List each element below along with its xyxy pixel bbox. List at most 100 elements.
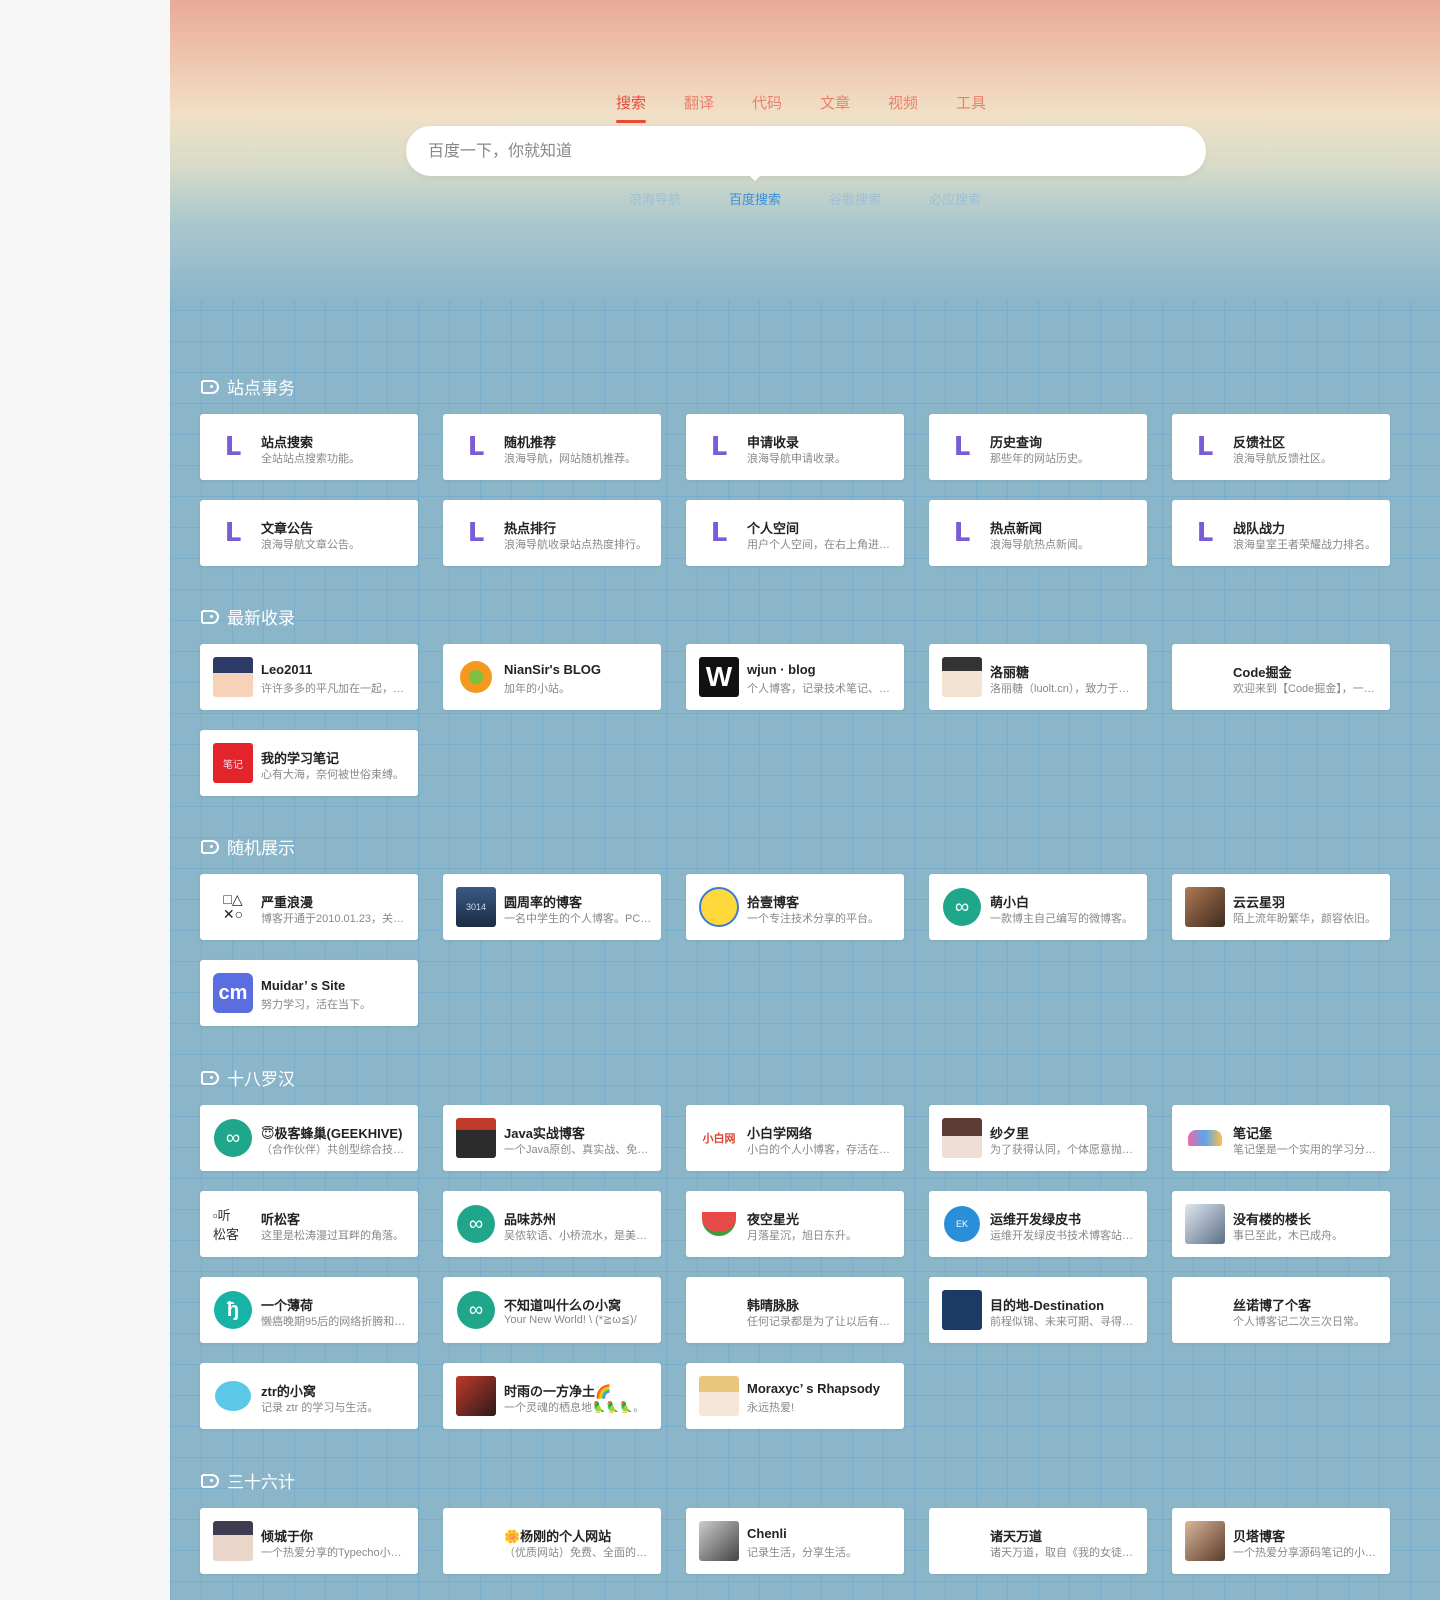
site-card[interactable]: 🌼杨刚的个人网站 （优质网站）免费、全面的学习。: [443, 1508, 661, 1574]
site-card[interactable]: 小白网小白学网络小白的个人小博客，存活在网络。: [686, 1105, 904, 1171]
site-desc: 浪海导航申请收录。: [747, 453, 846, 465]
site-card[interactable]: 纱夕里 为了获得认同，个体愿意抛弃。: [929, 1105, 1147, 1171]
site-desc: 一个热爱分享源码笔记的小站。: [1233, 1547, 1381, 1559]
anime-girl-icon: [942, 1118, 982, 1158]
search-tab-2[interactable]: 代码: [732, 92, 802, 113]
site-card[interactable]: □△✕○ 严重浪漫博客开通于2010.01.23，关注技术。: [200, 874, 418, 940]
site-card[interactable]: L 战队战力 浪海皇室王者荣耀战力排名。: [1172, 500, 1390, 566]
site-desc: 浪海导航收录站点热度排行。: [504, 539, 647, 551]
section-title-text: 站点事务: [227, 379, 295, 398]
site-name: 品味苏州: [504, 1212, 557, 1227]
site-card[interactable]: EK 运维开发绿皮书 运维开发绿皮书技术博客站点。: [929, 1191, 1147, 1257]
site-card[interactable]: L 站点搜索 全站站点搜索功能。: [200, 414, 418, 480]
site-card[interactable]: Moraxyc’ s Rhapsody 永远热爱!: [686, 1363, 904, 1429]
search-tab-4[interactable]: 视频: [868, 92, 938, 113]
link-icon-icon: ∞: [456, 1204, 496, 1244]
site-desc: 一个灵魂的栖息地🦜🦜🦜。: [504, 1402, 645, 1414]
blank-icon: [1185, 1290, 1225, 1330]
site-card[interactable]: L 历史查询 那些年的网站历史。: [929, 414, 1147, 480]
red-seal-icon: 笔记: [213, 743, 253, 783]
site-card[interactable]: L 反馈社区 浪海导航反馈社区。: [1172, 414, 1390, 480]
search-tab-5[interactable]: 工具: [936, 92, 1006, 113]
site-name: 小白学网络: [747, 1126, 813, 1141]
site-desc: 洛丽糖（luolt.cn），致力于分享。: [990, 683, 1138, 695]
site-card[interactable]: 没有楼的楼长 事已至此，木已成舟。: [1172, 1191, 1390, 1257]
site-card[interactable]: 笔记 我的学习笔记 心有大海，奈何被世俗束缚。: [200, 730, 418, 796]
site-card[interactable]: Wwjun · blog 个人博客，记录技术笔记、生活点滴。: [686, 644, 904, 710]
mint-logo-icon: ђ: [213, 1290, 253, 1330]
site-desc: 任何记录都是为了让以后有回忆。: [747, 1316, 895, 1328]
site-name: 个人空间: [747, 521, 800, 536]
site-card[interactable]: 诸天万道 诸天万道，取自《我的女徒弟》。: [929, 1508, 1147, 1574]
site-name: Code掘金: [1233, 665, 1292, 680]
site-card[interactable]: ∞ 不知道叫什么の小窝 Your New World! \ (*≧ω≦)/: [443, 1277, 661, 1343]
site-card[interactable]: L 热点新闻 浪海导航热点新闻。: [929, 500, 1147, 566]
ps-symbols-icon: □△ ✕○: [222, 891, 244, 922]
site-name: 我的学习笔记: [261, 751, 340, 766]
search-input[interactable]: [426, 126, 1170, 178]
site-card[interactable]: 贝塔博客一个热爱分享源码笔记的小站。: [1172, 1508, 1390, 1574]
tag-icon: [201, 1473, 219, 1488]
site-card[interactable]: ∞ 😇极客蜂巢(GEEKHIVE) （合作伙伴）共创型综合技术社区。: [200, 1105, 418, 1171]
site-card[interactable]: ∞ 品味苏州吴侬软语、小桥流水，是美丽苏州。: [443, 1191, 661, 1257]
search-engine-0[interactable]: 浪海导航: [605, 189, 705, 208]
site-name: 运维开发绿皮书: [990, 1212, 1082, 1227]
logo-l-icon: L: [224, 432, 242, 462]
site-desc: 小白的个人小博客，存活在网络。: [747, 1144, 895, 1156]
site-card[interactable]: 目的地-Destination 前程似锦、未来可期、寻得初心。: [929, 1277, 1147, 1343]
site-name: 洛丽糖: [990, 665, 1030, 680]
site-card[interactable]: Chenli 记录生活，分享生活。: [686, 1508, 904, 1574]
site-name: 笔记堡: [1233, 1126, 1273, 1141]
site-card[interactable]: L 文章公告 浪海导航文章公告。: [200, 500, 418, 566]
site-card[interactable]: 笔记堡笔记堡是一个实用的学习分享站。: [1172, 1105, 1390, 1171]
site-card[interactable]: 时雨の一方净土🌈 一个灵魂的栖息地🦜🦜🦜。: [443, 1363, 661, 1429]
site-card[interactable]: ztr的小窝 记录 ztr 的学习与生活。: [200, 1363, 418, 1429]
logo-l-icon: L: [467, 518, 485, 548]
site-card[interactable]: 夜空星光 月落星沉，旭日东升。: [686, 1191, 904, 1257]
bw-photo-icon: [699, 1521, 739, 1561]
site-card[interactable]: ђ 一个薄荷懒癌晚期95后的网络折腾和记录。: [200, 1277, 418, 1343]
site-card[interactable]: ∞ 萌小白 一款博主自己编写的微博客。: [929, 874, 1147, 940]
site-name: 韩晴脉脉: [747, 1298, 800, 1313]
search-engine-3[interactable]: 必应搜索: [905, 189, 1005, 208]
site-name: 贝塔博客: [1233, 1529, 1286, 1544]
site-card[interactable]: L 热点排行 浪海导航收录站点热度排行。: [443, 500, 661, 566]
search-tab-3[interactable]: 文章: [800, 92, 870, 113]
site-card[interactable]: L 个人空间 用户个人空间，在右上角进入。: [686, 500, 904, 566]
anime-boy-icon: [699, 1376, 739, 1416]
site-name: Moraxyc’ s Rhapsody: [747, 1381, 880, 1396]
site-card[interactable]: L 随机推荐 浪海导航，网站随机推荐。: [443, 414, 661, 480]
site-card[interactable]: 韩晴脉脉任何记录都是为了让以后有回忆。: [686, 1277, 904, 1343]
search-engine-1[interactable]: 百度搜索: [705, 175, 805, 208]
avatar-photo2-icon: [1185, 1521, 1225, 1561]
anime-red-icon: [456, 1376, 496, 1416]
search-engine-2[interactable]: 谷歌搜索: [805, 189, 905, 208]
search-engines: 浪海导航 百度搜索 谷歌搜索 必应搜索: [170, 175, 1440, 208]
orange-circle-icon: [456, 657, 496, 697]
site-desc: 一个热爱分享的Typecho小站。: [261, 1547, 409, 1559]
site-card[interactable]: ▫听 松客 听松客 这里是松涛漫过耳畔的角落。: [200, 1191, 418, 1257]
site-card[interactable]: 云云星羽 陌上流年盼繁华，颜容依旧。: [1172, 874, 1390, 940]
site-card[interactable]: cm Muidar’ s Site 努力学习，活在当下。: [200, 960, 418, 1026]
w-logo-icon: W: [699, 657, 739, 697]
search-tab-1[interactable]: 翻译: [664, 92, 734, 113]
search-tab-0[interactable]: 搜索: [596, 92, 666, 123]
site-card[interactable]: Java实战博客一个Java原创、真实战、免费的博客。: [443, 1105, 661, 1171]
blank-icon: [1185, 657, 1225, 697]
site-desc: 浪海皇室王者荣耀战力排名。: [1233, 539, 1376, 551]
site-card[interactable]: 洛丽糖洛丽糖（luolt.cn），致力于分享。: [929, 644, 1147, 710]
blank-icon: [942, 1521, 982, 1561]
site-desc: 陌上流年盼繁华，颜容依旧。: [1233, 913, 1376, 925]
logo-l-icon: L: [953, 432, 971, 462]
site-desc: 一个专注技术分享的平台。: [747, 913, 879, 925]
broken-image-icon: ▫听 松客: [213, 1208, 240, 1242]
site-card[interactable]: 倾城于你 一个热爱分享的Typecho小站。: [200, 1508, 418, 1574]
site-card[interactable]: L 申请收录 浪海导航申请收录。: [686, 414, 904, 480]
site-card[interactable]: Code掘金欢迎来到【Code掘金】，一起学习。: [1172, 644, 1390, 710]
site-card[interactable]: 丝诺博了个客 个人博客记二次三次日常。: [1172, 1277, 1390, 1343]
site-card[interactable]: 拾壹博客 一个专注技术分享的平台。: [686, 874, 904, 940]
site-card[interactable]: 3014 圆周率的博客 一名中学生的个人博客。PC版。: [443, 874, 661, 940]
link-icon-icon: ∞: [456, 1290, 496, 1330]
site-card[interactable]: NianSir's BLOG 加年的小站。: [443, 644, 661, 710]
site-card[interactable]: Leo2011 许许多多的平凡加在一起，就是不平凡。: [200, 644, 418, 710]
